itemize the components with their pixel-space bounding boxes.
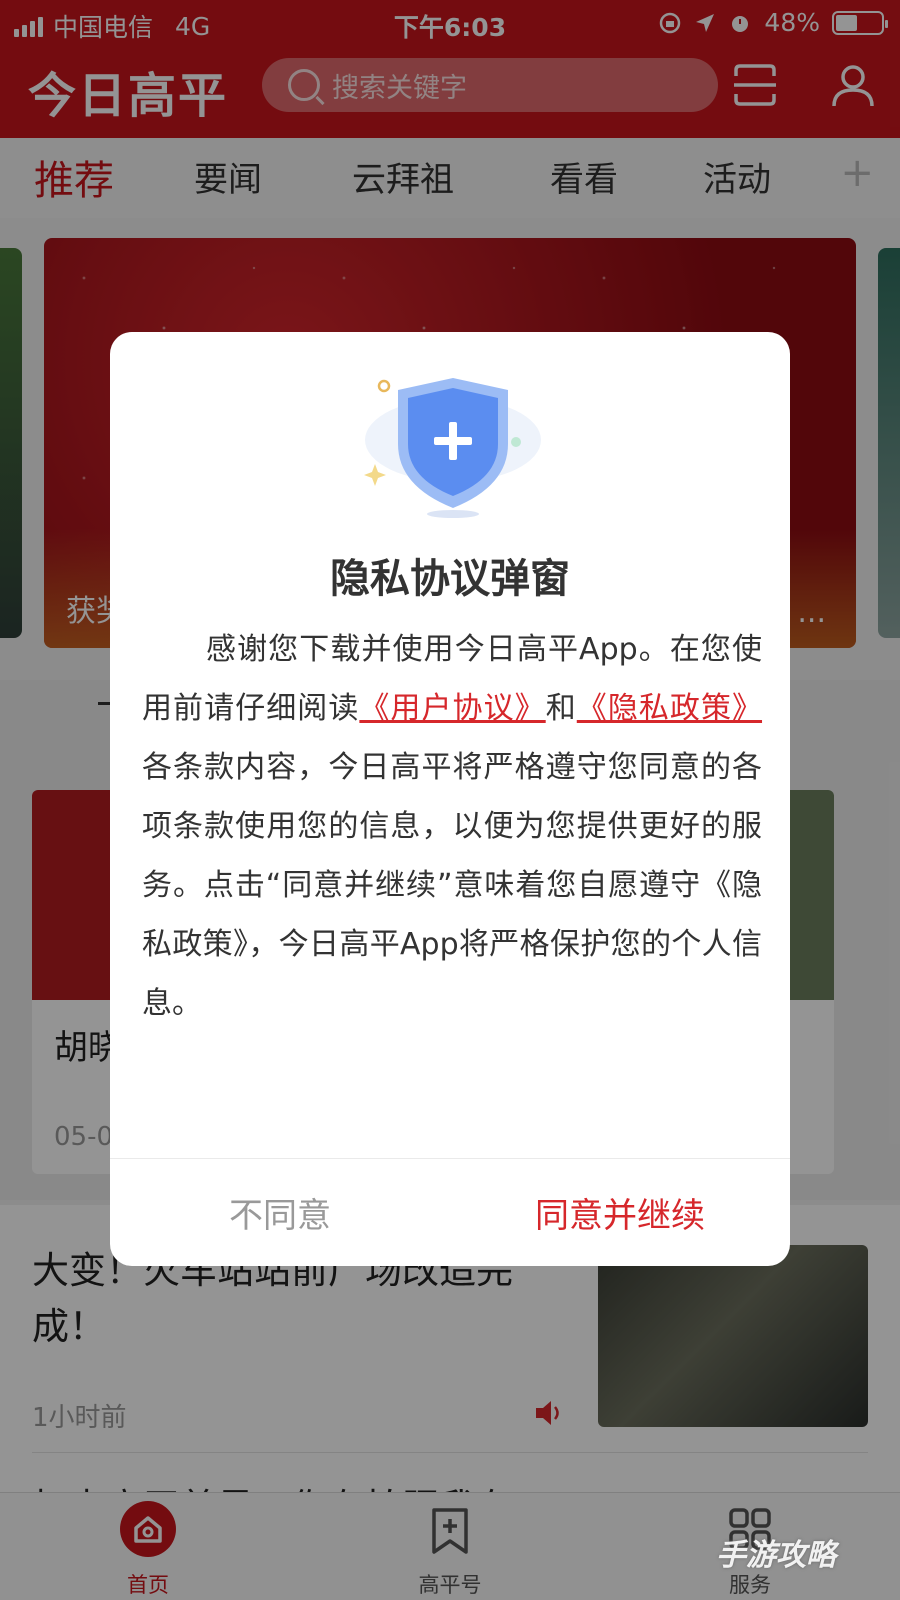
privacy-policy-link[interactable]: 《隐私政策》 [577, 691, 762, 726]
shield-icon [364, 378, 541, 518]
dialog-title: 隐私协议弹窗 [330, 556, 570, 602]
user-agreement-link[interactable]: 《用户协议》 [359, 691, 545, 726]
dialog-body: 感谢您下载并使用今日高平App。在您使用前请仔细阅读《用户协议》和《隐私政策》各… [142, 620, 762, 1033]
site-watermark: 手游攻略 [716, 1538, 836, 1573]
privacy-dialog: 隐私协议弹窗 感谢您下载并使用今日高平App。在您使用前请仔细阅读《用户协议》和… [110, 332, 790, 1266]
dialog-text-2: 各条款内容，今日高平将严格遵守您同意的各项条款使用您的信息，以便为您提供更好的服… [142, 750, 762, 1021]
dialog-text-and: 和 [545, 691, 577, 726]
disagree-button[interactable]: 不同意 [110, 1159, 450, 1266]
agree-continue-button[interactable]: 同意并继续 [450, 1159, 790, 1266]
